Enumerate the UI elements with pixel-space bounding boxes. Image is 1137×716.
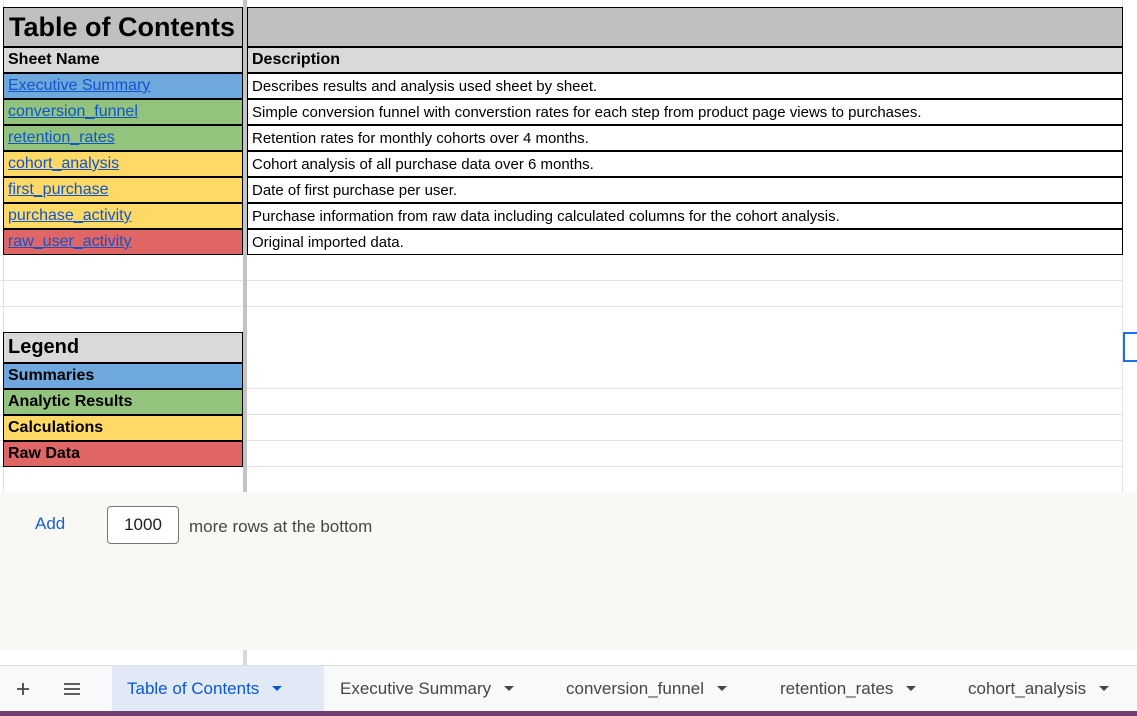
- sheet-link[interactable]: retention_rates: [3, 125, 243, 151]
- menu-icon[interactable]: [58, 675, 86, 703]
- legend-item[interactable]: Raw Data: [3, 441, 243, 467]
- sheet-name-header[interactable]: Sheet Name: [3, 47, 243, 73]
- gridline: [0, 306, 1123, 307]
- sheet-description[interactable]: Original imported data.: [247, 229, 1123, 255]
- sheet-tab[interactable]: conversion_funnel: [551, 666, 761, 711]
- chevron-down-icon[interactable]: [716, 686, 727, 691]
- sheet-tab[interactable]: retention_rates: [765, 666, 949, 711]
- sheet-link[interactable]: Executive Summary: [3, 73, 243, 99]
- chevron-down-icon[interactable]: [906, 686, 917, 691]
- sheet-tab[interactable]: Executive Summary: [325, 666, 547, 711]
- legend-title[interactable]: Legend: [3, 332, 243, 363]
- sheet-description[interactable]: Describes results and analysis used shee…: [247, 73, 1123, 99]
- chevron-down-icon[interactable]: [272, 686, 283, 691]
- rows-count-input[interactable]: [107, 506, 179, 544]
- sheet-tab-label: Table of Contents: [127, 678, 260, 698]
- sheet-link[interactable]: conversion_funnel: [3, 99, 243, 125]
- description-header[interactable]: Description: [247, 47, 1123, 73]
- sheet-tab-label: Executive Summary: [340, 678, 492, 698]
- chevron-down-icon[interactable]: [1099, 686, 1110, 691]
- sheet-tab-label: cohort_analysis: [968, 678, 1087, 698]
- gridline: [0, 280, 1123, 281]
- sheet-tab-label: retention_rates: [780, 678, 894, 698]
- legend-item[interactable]: Summaries: [3, 363, 243, 389]
- plus-icon[interactable]: [9, 675, 37, 703]
- sheet-description[interactable]: Simple conversion funnel with converstio…: [247, 99, 1123, 125]
- sheet-description[interactable]: Retention rates for monthly cohorts over…: [247, 125, 1123, 151]
- sheet-link[interactable]: purchase_activity: [3, 203, 243, 229]
- sheet-link[interactable]: first_purchase: [3, 177, 243, 203]
- sheet-link[interactable]: raw_user_activity: [3, 229, 243, 255]
- sheet-description[interactable]: Date of first purchase per user.: [247, 177, 1123, 203]
- sheet-tab-label: conversion_funnel: [566, 678, 704, 698]
- chevron-down-icon[interactable]: [504, 686, 515, 691]
- add-rows-button[interactable]: Add: [35, 514, 65, 534]
- spreadsheet-grid[interactable]: Table of Contents Sheet Name Description…: [0, 0, 1137, 492]
- sheet-description[interactable]: Cohort analysis of all purchase data ove…: [247, 151, 1123, 177]
- selection-indicator: [1123, 332, 1137, 362]
- add-rows-label: more rows at the bottom: [189, 517, 373, 536]
- sheet-tab[interactable]: Table of Contents: [112, 666, 324, 711]
- sheet-description[interactable]: Purchase information from raw data inclu…: [247, 203, 1123, 229]
- frozen-column-divider-tail: [243, 650, 247, 665]
- grid-spacer: [0, 650, 1137, 665]
- legend-item[interactable]: Analytic Results: [3, 389, 243, 415]
- title-row-fill[interactable]: [247, 7, 1123, 47]
- sheet-tab[interactable]: cohort_analysis: [953, 666, 1137, 711]
- sheet-link[interactable]: cohort_analysis: [3, 151, 243, 177]
- legend-item[interactable]: Calculations: [3, 415, 243, 441]
- window-bottom-edge: [0, 711, 1137, 716]
- toc-title[interactable]: Table of Contents: [3, 7, 243, 47]
